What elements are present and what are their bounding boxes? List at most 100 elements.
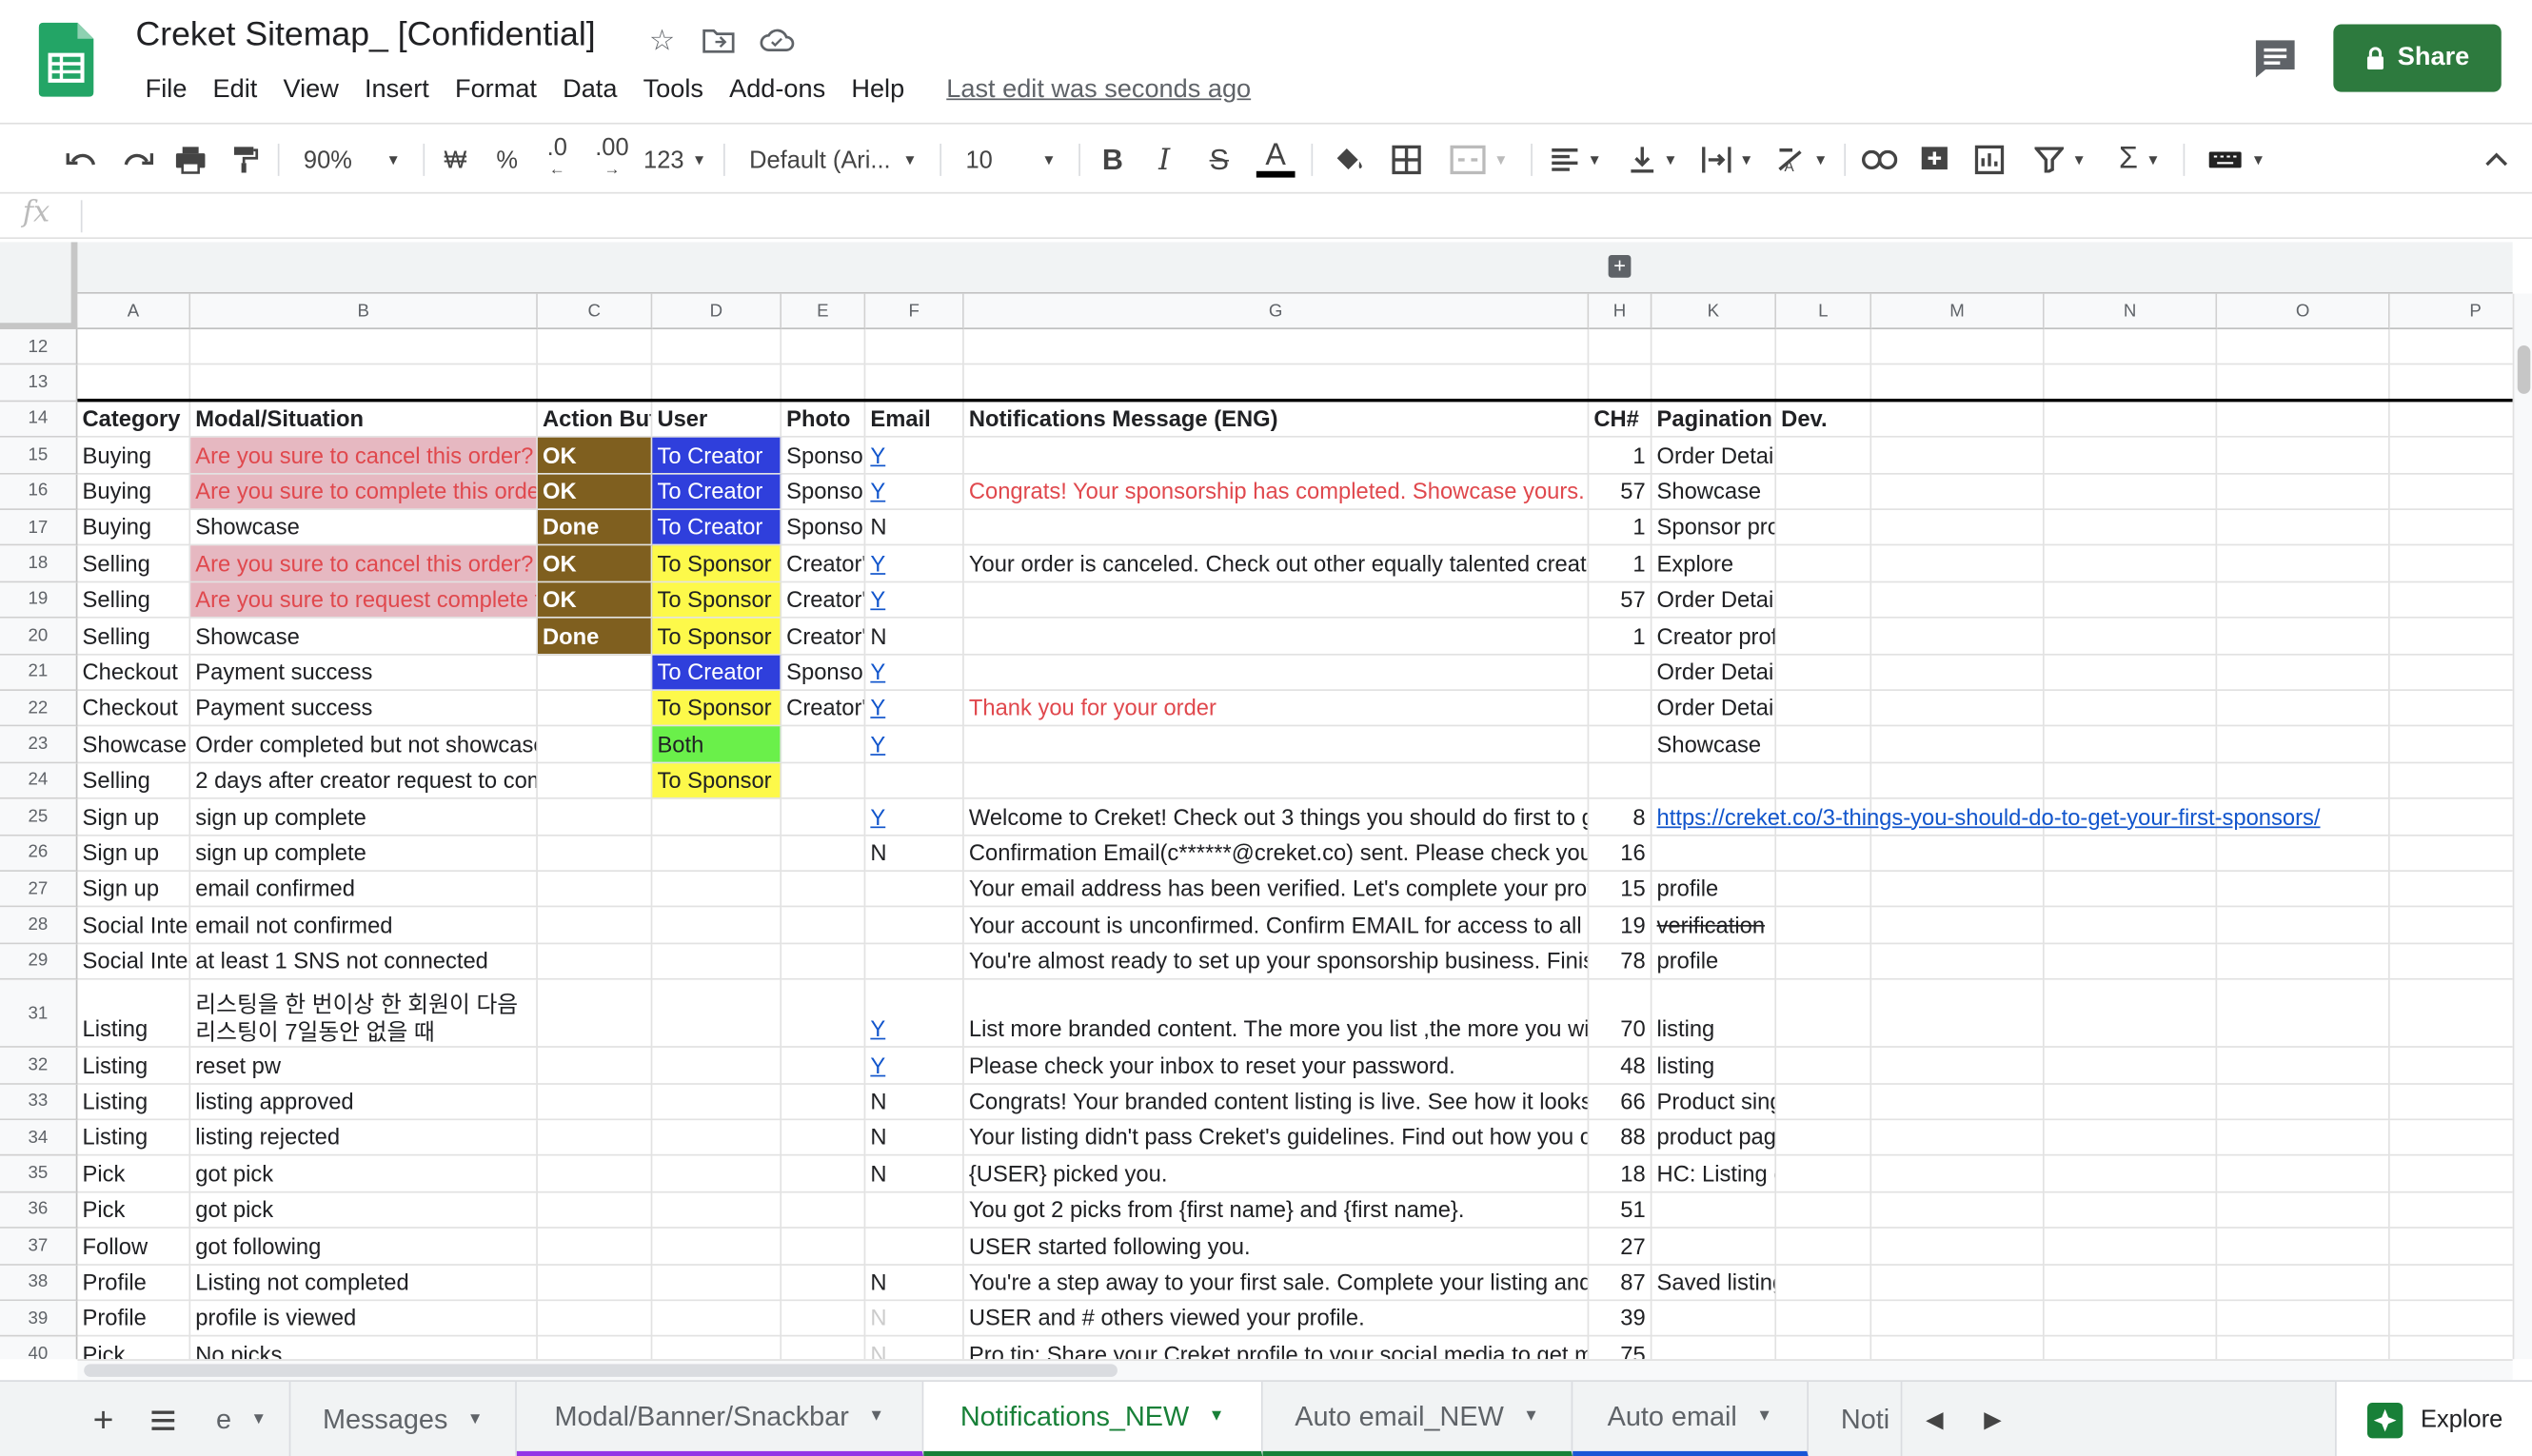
cell-d17[interactable]: To Creator [652, 510, 782, 546]
cell-p38[interactable] [2389, 1265, 2513, 1302]
cell-e27[interactable] [781, 871, 866, 908]
cell-n38[interactable] [2044, 1265, 2218, 1302]
horizontal-align-icon[interactable]: ▼ [1544, 125, 1609, 196]
cell-h25[interactable]: 8 [1589, 798, 1652, 836]
row-header-31[interactable]: 31 [0, 979, 78, 1049]
cell-e39[interactable] [781, 1301, 866, 1338]
vertical-scroll-thumb[interactable] [2517, 344, 2531, 394]
cell-p16[interactable] [2389, 474, 2513, 510]
cell-m38[interactable] [1871, 1265, 2045, 1302]
cell-o24[interactable] [2217, 762, 2390, 799]
cell-n16[interactable] [2044, 474, 2218, 510]
cell-m22[interactable] [1871, 690, 2045, 727]
insert-comment-icon[interactable] [1912, 125, 1958, 196]
cell-c27[interactable] [537, 871, 653, 908]
cell-g39[interactable]: USER and # others viewed your profile. [963, 1301, 1590, 1338]
cell-d29[interactable] [652, 943, 782, 980]
cell-k12[interactable] [1652, 329, 1777, 366]
cell-m18[interactable] [1871, 545, 2045, 582]
row-header-34[interactable]: 34 [0, 1120, 78, 1157]
cell-c21[interactable] [537, 654, 653, 691]
row-header-38[interactable]: 38 [0, 1265, 78, 1302]
cell-f19[interactable]: Y [865, 581, 964, 619]
cell-f26[interactable]: N [865, 835, 964, 872]
cell-b19[interactable]: Are you sure to request complete this or… [190, 581, 538, 619]
row-header-19[interactable]: 19 [0, 581, 78, 619]
row-header-17[interactable]: 17 [0, 510, 78, 546]
cell-p33[interactable] [2389, 1084, 2513, 1121]
cell-g24[interactable] [963, 762, 1590, 799]
column-header-e[interactable]: E [781, 293, 866, 330]
menu-data[interactable]: Data [550, 72, 630, 108]
cell-c37[interactable] [537, 1229, 653, 1266]
cell-p34[interactable] [2389, 1120, 2513, 1157]
cell-d28[interactable] [652, 907, 782, 944]
cell-g26[interactable]: Confirmation Email(c******@creket.co) se… [963, 835, 1590, 872]
fill-color-icon[interactable] [1327, 125, 1369, 196]
cell-a14[interactable]: Category [77, 402, 191, 438]
cell-m40[interactable] [1871, 1337, 2045, 1360]
cell-a13[interactable] [77, 365, 191, 402]
cell-c39[interactable] [537, 1301, 653, 1338]
cell-o17[interactable] [2217, 510, 2390, 546]
cell-m34[interactable] [1871, 1120, 2045, 1157]
column-header-f[interactable]: F [865, 293, 964, 330]
cell-o23[interactable] [2217, 726, 2390, 763]
print-icon[interactable] [169, 125, 211, 196]
cell-m26[interactable] [1871, 835, 2045, 872]
redo-icon[interactable] [116, 125, 158, 196]
cell-p14[interactable] [2389, 402, 2513, 438]
cell-l21[interactable] [1776, 654, 1872, 691]
cell-p26[interactable] [2389, 836, 2513, 872]
row-header-26[interactable]: 26 [0, 835, 78, 872]
cell-p40[interactable] [2390, 1337, 2513, 1359]
cell-h34[interactable]: 88 [1589, 1120, 1652, 1157]
cell-n23[interactable] [2044, 726, 2218, 763]
cell-e37[interactable] [781, 1229, 866, 1266]
cell-f39[interactable]: N [865, 1301, 964, 1338]
cell-k21[interactable]: Order Detail [1652, 654, 1777, 691]
cell-c32[interactable] [537, 1048, 653, 1085]
cell-h24[interactable] [1589, 762, 1652, 799]
row-header-39[interactable]: 39 [0, 1301, 78, 1338]
cell-a29[interactable]: Social Integration [77, 943, 191, 980]
cell-n24[interactable] [2044, 762, 2218, 799]
cell-d33[interactable] [652, 1084, 782, 1121]
cell-n34[interactable] [2044, 1120, 2218, 1157]
cell-g19[interactable] [963, 581, 1590, 619]
all-sheets-icon[interactable] [139, 1382, 188, 1456]
cell-p37[interactable] [2389, 1229, 2513, 1266]
cell-o35[interactable] [2217, 1156, 2390, 1193]
cell-l26[interactable] [1776, 835, 1872, 872]
cell-l17[interactable] [1776, 510, 1872, 546]
insert-link-icon[interactable] [1857, 125, 1903, 196]
star-icon[interactable]: ☆ [644, 23, 680, 58]
cell-l14[interactable]: Dev. [1776, 402, 1872, 438]
tab-truncated[interactable]: e ▼ [194, 1381, 291, 1456]
cell-k40[interactable] [1652, 1337, 1777, 1360]
row-header-36[interactable]: 36 [0, 1192, 78, 1230]
more-formats-button[interactable]: 123 ▼ [643, 125, 707, 196]
cell-d37[interactable] [652, 1229, 782, 1266]
cell-c38[interactable] [537, 1265, 653, 1302]
tab-modal-banner-snackbar[interactable]: Modal/Banner/Snackbar ▼ [516, 1381, 924, 1456]
cell-h32[interactable]: 48 [1589, 1048, 1652, 1085]
cell-c24[interactable] [537, 762, 653, 799]
cell-f38[interactable]: N [865, 1265, 964, 1302]
column-header-m[interactable]: M [1871, 293, 2045, 330]
tab-auto-email-new[interactable]: Auto email_NEW ▼ [1262, 1381, 1573, 1456]
cell-p19[interactable] [2389, 582, 2513, 619]
cell-o19[interactable] [2217, 581, 2390, 619]
cell-f40[interactable]: N [865, 1337, 964, 1360]
cell-k39[interactable] [1652, 1301, 1777, 1338]
move-folder-icon[interactable] [701, 23, 736, 58]
cell-a33[interactable]: Listing [77, 1084, 191, 1121]
cell-c36[interactable] [537, 1192, 653, 1230]
cell-c29[interactable] [537, 943, 653, 980]
cell-g29[interactable]: You're almost ready to set up your spons… [963, 943, 1590, 980]
cell-f36[interactable] [865, 1192, 964, 1230]
cell-p13[interactable] [2389, 365, 2513, 402]
cell-p15[interactable] [2389, 438, 2513, 474]
row-header-13[interactable]: 13 [0, 365, 78, 402]
cell-b25[interactable]: sign up complete [190, 798, 538, 836]
